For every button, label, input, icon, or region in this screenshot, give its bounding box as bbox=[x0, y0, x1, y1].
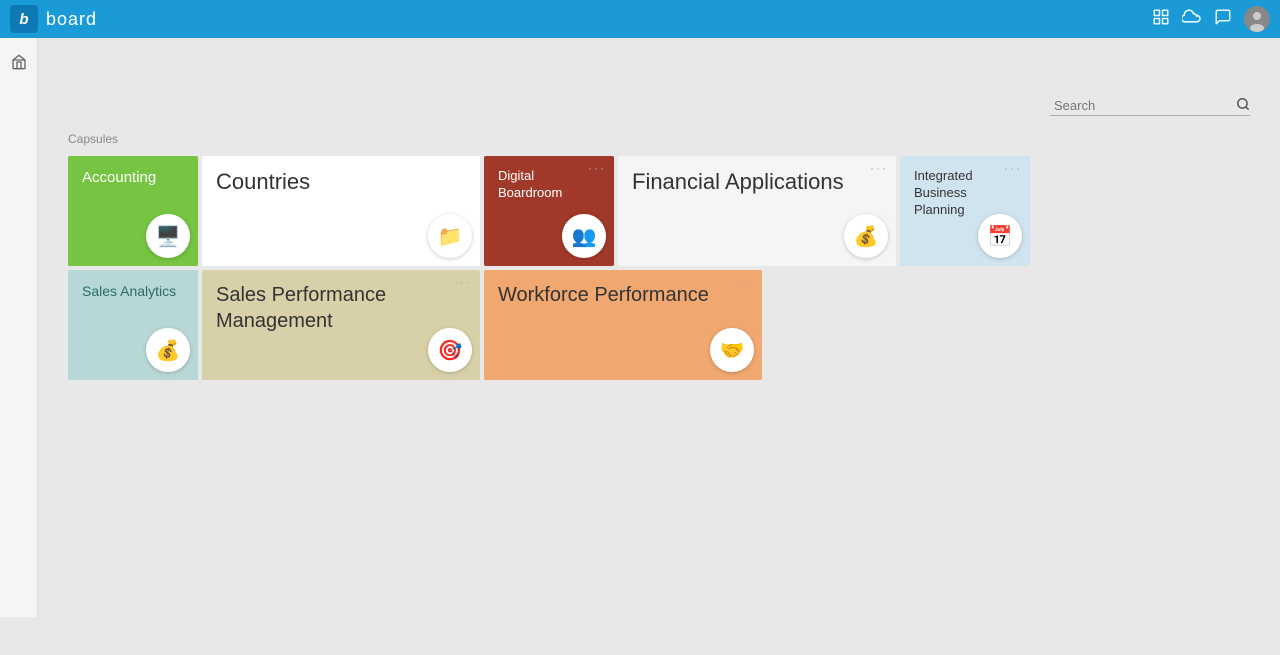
topbar-actions bbox=[1152, 6, 1270, 32]
capsule-spm-title: Sales Performance Management bbox=[216, 282, 466, 334]
search-button[interactable] bbox=[1236, 97, 1250, 114]
capsule-accounting-title: Accounting bbox=[82, 168, 184, 188]
capsule-digital-boardroom-title: Digital Boardroom bbox=[498, 168, 600, 202]
accounting-icon: 🖥️ bbox=[146, 214, 190, 258]
sidebar bbox=[0, 38, 38, 617]
capsule-ibp-title: Integrated Business Planning bbox=[914, 168, 1016, 219]
logo-icon: b bbox=[10, 5, 38, 33]
notifications-icon[interactable] bbox=[1152, 8, 1170, 31]
logo-text: board bbox=[46, 9, 97, 30]
capsule-countries-title: Countries bbox=[216, 168, 466, 197]
capsule-digital-boardroom[interactable]: ··· Digital Boardroom 👥 bbox=[484, 156, 614, 266]
workforce-performance-icon: 🤝 bbox=[710, 328, 754, 372]
chat-icon[interactable] bbox=[1214, 8, 1232, 31]
sales-analytics-icon: 💰 bbox=[146, 328, 190, 372]
search-bar bbox=[68, 96, 1250, 116]
capsule-financial-applications-title: Financial Applications bbox=[632, 168, 882, 197]
capsule-sales-analytics-title: Sales Analytics bbox=[82, 282, 184, 300]
capsules-grid: Accounting 🖥️ Countries 📁 ··· Digital Bo… bbox=[68, 156, 1250, 380]
countries-icon: 📁 bbox=[428, 214, 472, 258]
cloud-icon[interactable] bbox=[1182, 9, 1202, 30]
capsule-integrated-business-planning[interactable]: ··· Integrated Business Planning 📅 bbox=[900, 156, 1030, 266]
capsule-financial-applications[interactable]: ··· Financial Applications 💰 bbox=[618, 156, 896, 266]
spm-menu[interactable]: ··· bbox=[454, 276, 472, 288]
digital-boardroom-menu[interactable]: ··· bbox=[588, 162, 606, 174]
capsule-wp-title: Workforce Performance bbox=[498, 282, 748, 308]
search-wrapper bbox=[1050, 96, 1250, 116]
wp-menu[interactable]: ··· bbox=[736, 276, 754, 288]
inbox-icon[interactable] bbox=[5, 48, 33, 81]
capsule-countries[interactable]: Countries 📁 bbox=[202, 156, 480, 266]
main-content: Capsules Accounting 🖥️ Countries 📁 ··· bbox=[38, 76, 1280, 655]
ibp-icon: 📅 bbox=[978, 214, 1022, 258]
capsule-sales-performance-management[interactable]: ··· Sales Performance Management 🎯 bbox=[202, 270, 480, 380]
capsule-workforce-performance[interactable]: ··· Workforce Performance 🤝 bbox=[484, 270, 762, 380]
logo[interactable]: b board bbox=[10, 5, 97, 33]
financial-applications-menu[interactable]: ··· bbox=[870, 162, 888, 174]
digital-boardroom-icon: 👥 bbox=[562, 214, 606, 258]
topbar: b board bbox=[0, 0, 1280, 38]
capsule-sales-analytics[interactable]: Sales Analytics 💰 bbox=[68, 270, 198, 380]
capsule-accounting[interactable]: Accounting 🖥️ bbox=[68, 156, 198, 266]
spm-icon: 🎯 bbox=[428, 328, 472, 372]
capsules-row-2: Sales Analytics 💰 ··· Sales Performance … bbox=[68, 270, 1250, 380]
search-input[interactable] bbox=[1050, 96, 1236, 115]
financial-applications-icon: 💰 bbox=[844, 214, 888, 258]
capsules-row-1: Accounting 🖥️ Countries 📁 ··· Digital Bo… bbox=[68, 156, 1250, 266]
ibp-menu[interactable]: ··· bbox=[1004, 162, 1022, 174]
avatar[interactable] bbox=[1244, 6, 1270, 32]
capsules-label: Capsules bbox=[68, 132, 1250, 146]
